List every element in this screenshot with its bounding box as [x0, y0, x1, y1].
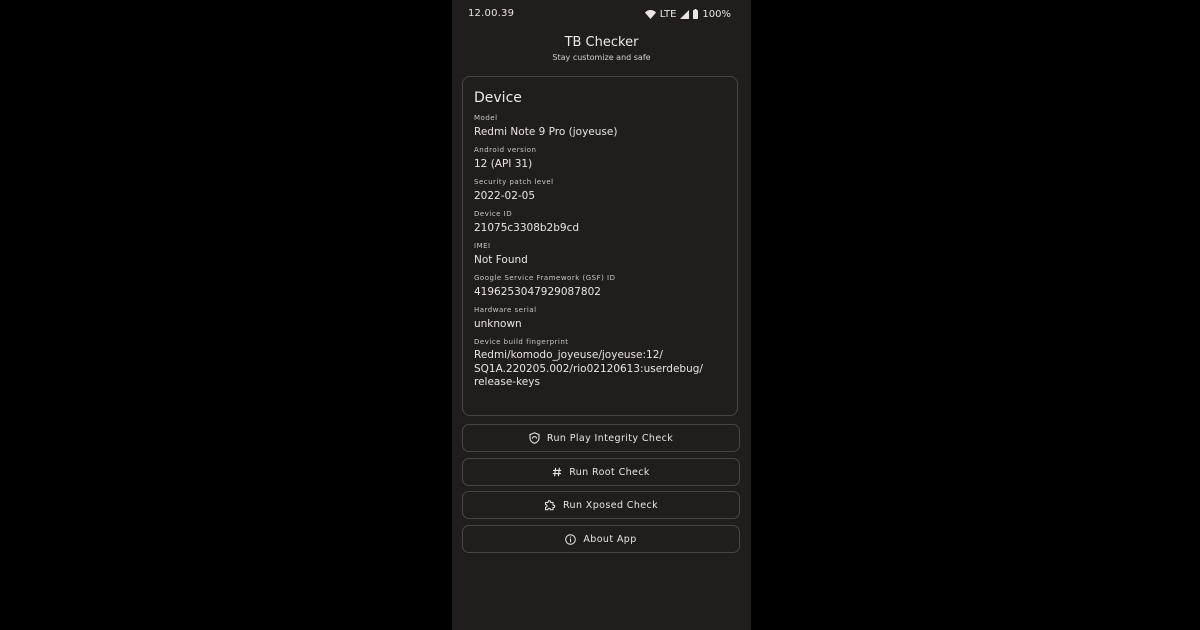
- fingerprint-value: Redmi/komodo_joyeuse/joyeuse:12/ SQ1A.22…: [474, 349, 726, 390]
- phone-screen: 12.00.39 LTE 100% TB Checker Stay custom…: [452, 0, 751, 630]
- field-imei: IMEI Not Found: [474, 241, 726, 267]
- battery-percent: 100%: [702, 8, 731, 20]
- status-icons: LTE 100%: [644, 7, 731, 21]
- fingerprint-line: Redmi/komodo_joyeuse/joyeuse:12/: [474, 349, 663, 361]
- field-value: Redmi Note 9 Pro (joyeuse): [474, 126, 618, 138]
- field-label: Device build fingerprint: [474, 338, 569, 346]
- field-model: Model Redmi Note 9 Pro (joyeuse): [474, 113, 726, 139]
- field-security-patch: Security patch level 2022-02-05: [474, 177, 726, 203]
- device-card: Device Model Redmi Note 9 Pro (joyeuse) …: [462, 76, 738, 416]
- run-root-check-button[interactable]: Run Root Check: [462, 458, 740, 486]
- app-title: TB Checker: [564, 35, 639, 50]
- field-value: 12 (API 31): [474, 158, 533, 170]
- run-play-integrity-button[interactable]: Run Play Integrity Check: [462, 424, 740, 452]
- wifi-icon: [644, 9, 656, 19]
- field-build-fingerprint: Device build fingerprint Redmi/komodo_jo…: [474, 337, 726, 390]
- field-label: Hardware serial: [474, 306, 537, 314]
- field-value: 2022-02-05: [474, 190, 536, 202]
- field-label: Security patch level: [474, 178, 554, 186]
- card-title: Device: [474, 90, 522, 106]
- field-value: Not Found: [474, 254, 528, 266]
- field-label: Android version: [474, 146, 537, 154]
- about-app-button[interactable]: About App: [462, 525, 740, 553]
- field-label: Google Service Framework (GSF) ID: [474, 274, 616, 282]
- field-label: Model: [474, 114, 498, 122]
- field-value: 4196253047929087802: [474, 286, 601, 298]
- network-type: LTE: [659, 8, 677, 20]
- button-label: Run Play Integrity Check: [546, 432, 674, 444]
- status-time: 12.00.39: [468, 8, 515, 19]
- info-icon: [565, 533, 577, 545]
- status-bar: 12.00.39 LTE 100%: [452, 0, 751, 28]
- run-xposed-check-button[interactable]: Run Xposed Check: [462, 491, 740, 519]
- field-gsf-id: Google Service Framework (GSF) ID 419625…: [474, 273, 726, 299]
- button-label: Run Root Check: [569, 466, 650, 478]
- button-label: About App: [583, 533, 637, 545]
- field-device-id: Device ID 21075c3308b2b9cd: [474, 209, 726, 235]
- field-label: IMEI: [474, 242, 491, 250]
- app-header: TB Checker Stay customize and safe: [452, 34, 751, 64]
- fingerprint-line: SQ1A.220205.002/rio02120613:userdebug/: [474, 362, 703, 375]
- signal-icon: [680, 9, 690, 19]
- field-label: Device ID: [474, 210, 513, 218]
- field-android-version: Android version 12 (API 31): [474, 145, 726, 171]
- fingerprint-line: release-keys: [474, 376, 540, 388]
- field-value: unknown: [474, 318, 522, 330]
- puzzle-icon: [544, 499, 556, 511]
- shield-icon: [529, 432, 540, 444]
- hash-icon: [552, 467, 562, 477]
- field-hardware-serial: Hardware serial unknown: [474, 305, 726, 331]
- app-subtitle: Stay customize and safe: [552, 53, 651, 62]
- battery-icon: [693, 9, 699, 19]
- field-value: 21075c3308b2b9cd: [474, 222, 580, 234]
- button-label: Run Xposed Check: [562, 499, 659, 511]
